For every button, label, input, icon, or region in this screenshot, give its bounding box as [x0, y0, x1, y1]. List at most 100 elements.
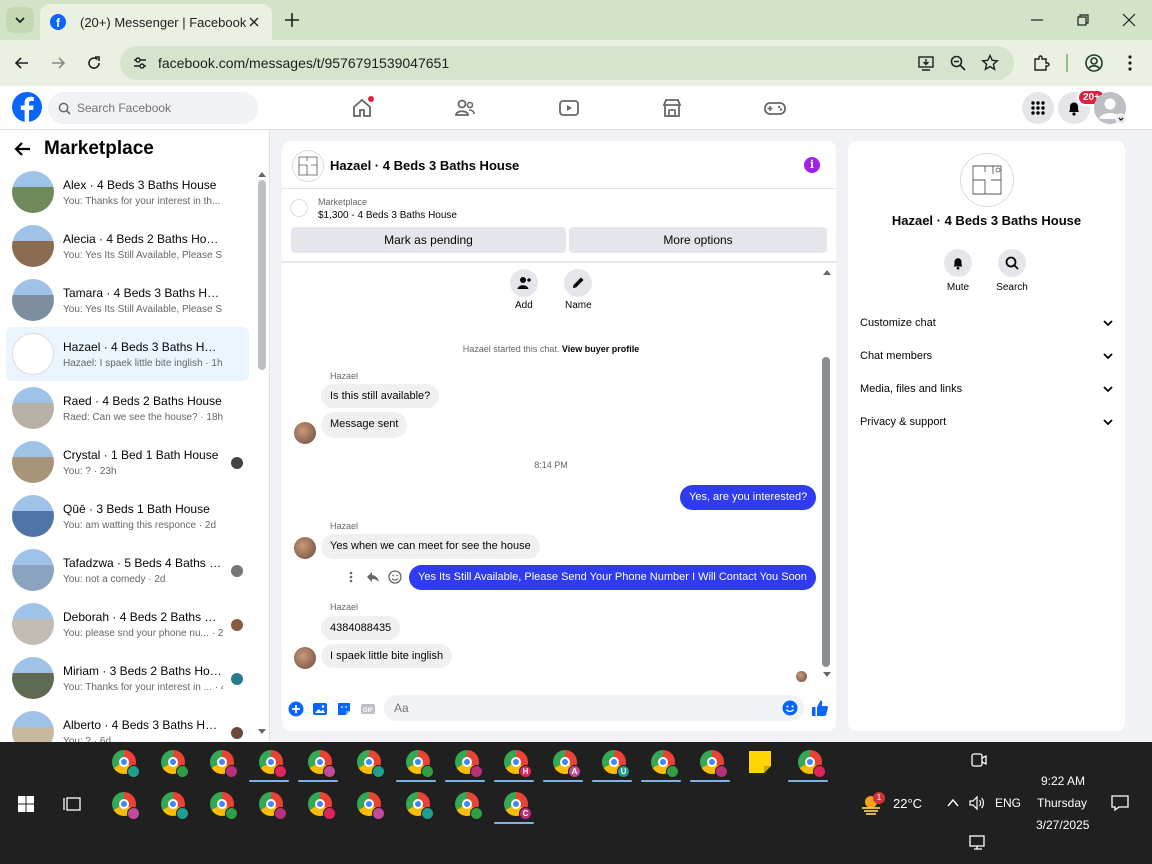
conversation-item[interactable]: Miriam · 3 Beds 2 Baths House You: Thanks… — [6, 651, 249, 705]
conversation-item[interactable]: Qūē · 3 Beds 1 Bath House You: am watting… — [6, 489, 249, 543]
notification-center-icon[interactable] — [1110, 793, 1130, 813]
restore-button[interactable] — [1073, 10, 1093, 30]
install-app-button[interactable] — [916, 53, 936, 73]
account-button[interactable] — [1094, 92, 1126, 124]
message-bubble[interactable]: Is this still available? — [321, 384, 440, 408]
task-view-button[interactable] — [58, 790, 86, 818]
new-tab-button[interactable] — [282, 10, 302, 30]
chrome-menu-button[interactable] — [1120, 53, 1140, 73]
plus-circle-icon[interactable] — [288, 701, 304, 717]
chat-title[interactable]: Hazael · 4 Beds 3 Baths House — [330, 158, 519, 173]
menu-button[interactable] — [1022, 92, 1054, 124]
accordion-customize-chat[interactable]: Customize chat — [860, 306, 1114, 339]
conversation-item[interactable]: Deborah · 4 Beds 2 Baths Ho... You: pleas… — [6, 597, 249, 651]
back-arrow-icon[interactable] — [12, 138, 34, 160]
temperature[interactable]: 22°C — [893, 796, 922, 811]
taskbar-chrome-window[interactable] — [306, 748, 336, 778]
tab-search-button[interactable] — [6, 7, 34, 33]
facebook-search-input[interactable] — [77, 101, 247, 115]
taskbar-chrome-window[interactable] — [649, 748, 679, 778]
search-conversation-button[interactable]: Search — [987, 249, 1037, 293]
taskbar-chrome-window[interactable]: U — [600, 748, 630, 778]
reload-button[interactable] — [84, 53, 104, 73]
chat-scroll-up-icon[interactable] — [822, 268, 832, 276]
more-actions-icon[interactable] — [349, 571, 353, 583]
taskbar-chrome-window[interactable]: A — [551, 748, 581, 778]
search-circle[interactable] — [998, 249, 1026, 277]
conversation-item[interactable]: Alex · 4 Beds 3 Baths House You: Thanks f… — [6, 165, 249, 219]
accordion-chat-members[interactable]: Chat members — [860, 339, 1114, 372]
taskbar-chrome-window[interactable]: H — [502, 748, 532, 778]
nav-home[interactable] — [350, 96, 374, 120]
listing-thumbnail[interactable] — [290, 199, 308, 217]
back-button[interactable] — [12, 53, 32, 73]
conversation-item[interactable]: Alberto · 4 Beds 3 Baths House You: ? · 6… — [6, 705, 249, 742]
minimize-button[interactable] — [1027, 10, 1047, 30]
facebook-search-box[interactable] — [48, 92, 258, 124]
taskbar-chrome-window[interactable] — [404, 790, 434, 820]
zoom-button[interactable] — [948, 53, 968, 73]
message-bubble-sent[interactable]: Yes Its Still Available, Please Send You… — [409, 565, 816, 590]
address-bar[interactable]: facebook.com/messages/t/9576791539047651 — [120, 46, 1014, 80]
taskbar-chrome-window[interactable] — [208, 748, 238, 778]
taskbar-chrome-window[interactable] — [355, 748, 385, 778]
taskbar-chrome-window[interactable] — [257, 748, 287, 778]
clock-date[interactable]: 3/27/2025 — [1036, 818, 1089, 832]
view-buyer-profile-link[interactable]: View buyer profile — [562, 344, 639, 354]
chat-scroll-down-icon[interactable] — [822, 671, 832, 679]
message-input[interactable] — [394, 701, 774, 715]
conversation-info-icon[interactable]: i — [804, 157, 820, 173]
start-button[interactable] — [12, 790, 40, 818]
nav-watch[interactable] — [557, 96, 581, 120]
taskbar-chrome-window[interactable] — [110, 790, 140, 820]
listing-title[interactable]: $1,300 - 4 Beds 3 Baths House — [318, 210, 457, 221]
taskbar-chrome-window[interactable] — [159, 748, 189, 778]
taskbar-chrome-window[interactable] — [208, 790, 238, 820]
profile-button[interactable] — [1084, 53, 1104, 73]
network-tray-button[interactable] — [966, 830, 994, 858]
mark-as-pending-button[interactable]: Mark as pending — [291, 227, 566, 253]
taskbar-chrome-window[interactable] — [306, 790, 336, 820]
facebook-logo[interactable] — [12, 92, 42, 122]
message-bubble[interactable]: Yes when we can meet for see the house — [321, 534, 540, 559]
sticker-icon[interactable] — [336, 701, 352, 717]
gif-icon[interactable]: GIF — [360, 701, 376, 717]
mute-button[interactable]: Mute — [933, 249, 983, 293]
add-people-button[interactable] — [510, 269, 538, 297]
chat-avatar[interactable] — [292, 150, 324, 182]
language-indicator[interactable]: ENG — [995, 796, 1021, 810]
conversation-item[interactable]: Crystal · 1 Bed 1 Bath House You: ? · 23h — [6, 435, 249, 489]
taskbar-chrome-window[interactable] — [257, 790, 287, 820]
conversation-list-scrollbar[interactable] — [258, 180, 266, 370]
reply-icon[interactable] — [366, 570, 380, 584]
mute-circle[interactable] — [944, 249, 972, 277]
clock-time[interactable]: 9:22 AM — [1041, 774, 1085, 788]
sender-avatar[interactable] — [294, 422, 316, 444]
more-options-button[interactable]: More options — [569, 227, 827, 253]
react-emoji-icon[interactable] — [388, 570, 402, 584]
accordion-privacy-support[interactable]: Privacy & support — [860, 405, 1114, 438]
conversation-item[interactable]: Alecia · 4 Beds 2 Baths House You: Yes It… — [6, 219, 249, 273]
forward-button[interactable] — [48, 53, 68, 73]
message-bubble-sent[interactable]: Yes, are you interested? — [680, 485, 817, 510]
close-window-button[interactable] — [1119, 10, 1139, 30]
taskbar-chrome-window[interactable] — [796, 748, 826, 778]
nav-marketplace[interactable] — [660, 96, 684, 120]
taskbar-chrome-window[interactable] — [355, 790, 385, 820]
thumbs-up-icon[interactable] — [811, 699, 829, 717]
scroll-up-icon[interactable] — [257, 170, 267, 178]
taskbar-chrome-window[interactable] — [110, 748, 140, 778]
weather-widget[interactable]: 1 — [858, 790, 886, 818]
volume-icon[interactable] — [968, 794, 986, 812]
sticky-notes-app[interactable] — [746, 748, 774, 776]
taskbar-chrome-window[interactable] — [453, 748, 483, 778]
chat-scrollbar[interactable] — [822, 357, 830, 667]
clock-day[interactable]: Thursday — [1037, 796, 1087, 810]
photo-icon[interactable] — [312, 701, 328, 717]
close-tab-icon[interactable] — [246, 14, 262, 30]
conversation-item[interactable]: Tafadzwa · 5 Beds 4 Baths Ho... You: not … — [6, 543, 249, 597]
taskbar-chrome-window[interactable] — [159, 790, 189, 820]
site-info-icon[interactable] — [132, 55, 148, 71]
sender-avatar[interactable] — [294, 537, 316, 559]
emoji-icon[interactable] — [782, 700, 798, 716]
